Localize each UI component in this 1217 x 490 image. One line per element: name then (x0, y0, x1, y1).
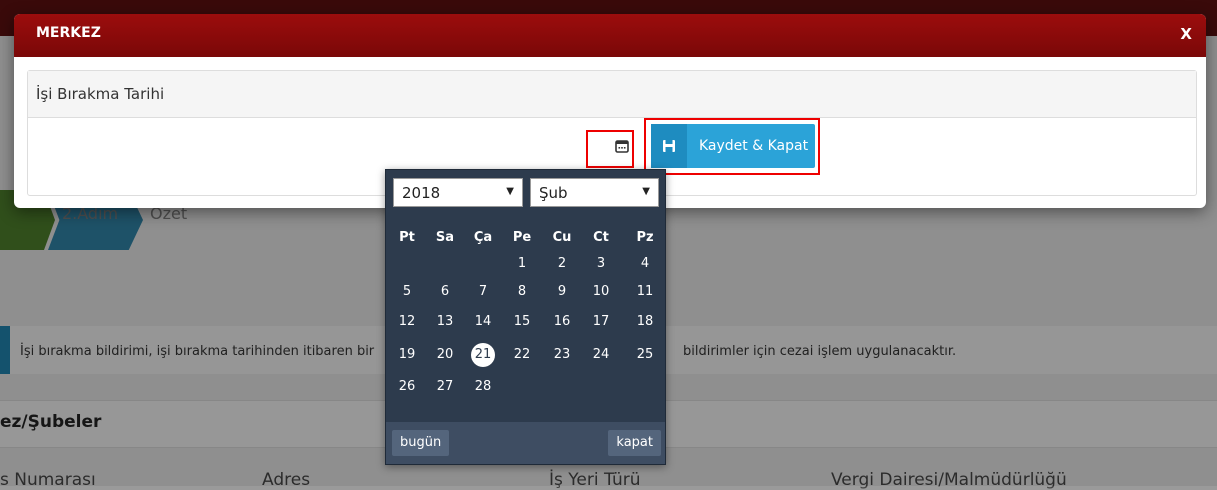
modal-header: MERKEZ X (14, 14, 1206, 57)
weekday-label: Sa (435, 230, 455, 245)
calendar-day[interactable]: 10 (586, 281, 616, 303)
calendar-day[interactable]: 26 (392, 376, 422, 398)
weekday-label: Ça (473, 230, 493, 245)
calendar-day[interactable]: 6 (430, 281, 460, 303)
datepicker-footer: bugün kapat (386, 422, 665, 464)
year-select[interactable]: 2018 ▼ (393, 178, 523, 207)
panel-title: İşi Bırakma Tarihi (36, 85, 165, 103)
calendar-day[interactable]: 20 (430, 344, 460, 366)
month-value: Şub (539, 183, 568, 202)
calendar-day[interactable]: 16 (547, 311, 577, 333)
today-button[interactable]: bugün (392, 430, 450, 456)
calendar-day[interactable]: 8 (507, 281, 537, 303)
calendar-day[interactable]: 22 (507, 344, 537, 366)
calendar-day[interactable]: 13 (430, 311, 460, 333)
weekday-label: Pt (399, 230, 415, 245)
calendar-day[interactable]: 1 (507, 253, 537, 275)
dropdown-arrow-icon: ▼ (642, 186, 650, 197)
calendar-day[interactable]: 7 (468, 281, 498, 303)
calendar-day[interactable]: 27 (430, 376, 460, 398)
save-button-label: Kaydet & Kapat (699, 138, 809, 154)
floppy-disk-icon (651, 124, 687, 168)
dropdown-arrow-icon: ▼ (506, 186, 514, 197)
calendar-day[interactable]: 28 (468, 376, 498, 398)
weekday-label: Ct (593, 230, 609, 245)
calendar-day[interactable]: 11 (630, 281, 660, 303)
calendar-day[interactable]: 15 (507, 311, 537, 333)
calendar-day[interactable]: 19 (392, 344, 422, 366)
datepicker: 2018 ▼ Şub ▼ Pt Sa Ça Pe Cu Ct Pz 1 2 3 4 5 6 7 8 9 10 1… (385, 169, 666, 465)
calendar-day[interactable]: 12 (392, 311, 422, 333)
weekday-label: Pz (636, 230, 654, 245)
year-value: 2018 (402, 183, 441, 202)
calendar-day[interactable]: 3 (586, 253, 616, 275)
calendar-day[interactable]: 2 (547, 253, 577, 275)
calendar-day[interactable]: 5 (392, 281, 422, 303)
panel-header: İşi Bırakma Tarihi (28, 71, 1196, 118)
calendar-day[interactable]: 25 (630, 344, 660, 366)
selected-day[interactable]: 21 (471, 343, 495, 367)
calendar-day[interactable]: 4 (630, 253, 660, 275)
calendar-day[interactable]: 24 (586, 344, 616, 366)
calendar-day[interactable]: 14 (468, 311, 498, 333)
calendar-day[interactable]: 9 (547, 281, 577, 303)
close-button[interactable]: X (1180, 25, 1192, 43)
modal-title: MERKEZ (36, 25, 101, 41)
calendar-day[interactable]: 18 (630, 311, 660, 333)
close-picker-button[interactable]: kapat (608, 430, 661, 456)
weekday-label: Cu (552, 230, 572, 245)
calendar-highlight (586, 130, 634, 168)
month-select[interactable]: Şub ▼ (530, 178, 659, 207)
calendar-day[interactable]: 23 (547, 344, 577, 366)
calendar-day[interactable]: 17 (586, 311, 616, 333)
weekday-label: Pe (512, 230, 532, 245)
save-and-close-button[interactable]: Kaydet & Kapat (651, 124, 815, 168)
